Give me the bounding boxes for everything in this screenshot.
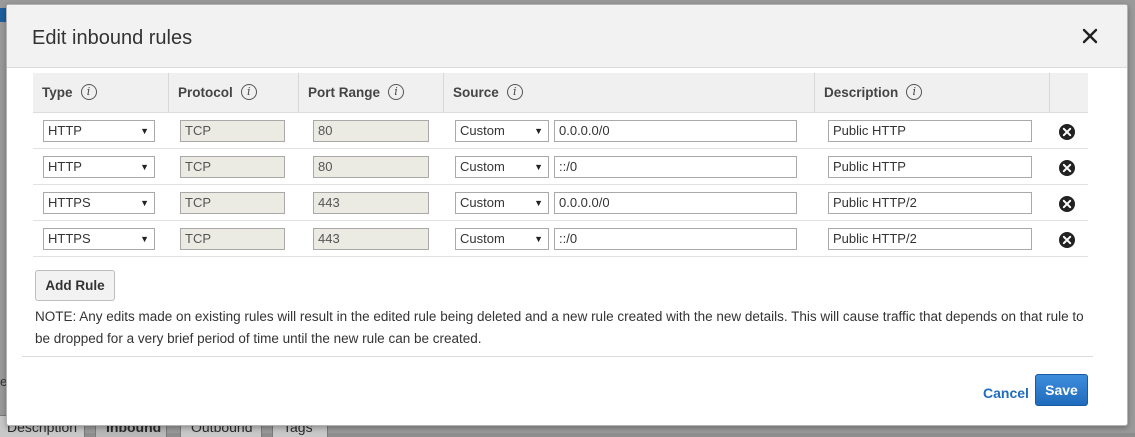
source-type-value: Custom xyxy=(460,159,505,174)
column-header-source: Source i xyxy=(443,73,814,113)
source-type-value: Custom xyxy=(460,123,505,138)
add-rule-button[interactable]: Add Rule xyxy=(35,270,115,301)
table-row: HTTPS ▼ TCP 443 Custom ▼ ::/0 Public HTTP/… xyxy=(33,221,1088,257)
source-type-select[interactable]: Custom ▼ xyxy=(455,228,549,250)
info-icon[interactable]: i xyxy=(240,84,257,101)
info-icon[interactable]: i xyxy=(906,84,923,101)
info-icon[interactable]: i xyxy=(80,84,97,101)
chevron-down-icon: ▼ xyxy=(534,126,543,136)
rules-table: Type i Protocol i Port Range i Source i Desc… xyxy=(33,73,1088,257)
chevron-down-icon: ▼ xyxy=(534,234,543,244)
source-type-select[interactable]: Custom ▼ xyxy=(455,192,549,214)
info-icon[interactable]: i xyxy=(506,84,523,101)
remove-circle-icon[interactable] xyxy=(1058,231,1076,249)
dialog-header: Edit inbound rules xyxy=(7,5,1127,68)
remove-circle-icon[interactable] xyxy=(1058,195,1076,213)
description-input[interactable]: Public HTTP/2 xyxy=(828,192,1032,214)
source-cidr-input[interactable]: ::/0 xyxy=(554,228,797,250)
description-input[interactable]: Public HTTP xyxy=(828,156,1032,178)
protocol-field: TCP xyxy=(180,120,285,142)
table-row: HTTPS ▼ TCP 443 Custom ▼ 0.0.0.0/0 Public … xyxy=(33,185,1088,221)
chevron-down-icon: ▼ xyxy=(534,162,543,172)
port-range-field: 80 xyxy=(313,156,429,178)
protocol-field: TCP xyxy=(180,192,285,214)
type-select[interactable]: HTTPS ▼ xyxy=(43,228,155,250)
port-range-field: 443 xyxy=(313,192,429,214)
type-select-value: HTTPS xyxy=(48,231,91,246)
column-header-actions xyxy=(1049,73,1088,113)
port-range-field: 80 xyxy=(313,120,429,142)
edit-inbound-rules-dialog: Edit inbound rules Type i Protocol i Port … xyxy=(6,4,1128,426)
table-row: HTTP ▼ TCP 80 Custom ▼ ::/0 Public HTTP xyxy=(33,149,1088,185)
column-header-label: Type xyxy=(42,85,73,100)
dialog-title: Edit inbound rules xyxy=(32,27,193,49)
type-select-value: HTTP xyxy=(48,123,82,138)
save-button[interactable]: Save xyxy=(1035,374,1088,406)
column-header-label: Port Range xyxy=(308,85,381,100)
source-type-value: Custom xyxy=(460,195,505,210)
info-icon[interactable]: i xyxy=(388,84,405,101)
chevron-down-icon: ▼ xyxy=(140,198,149,208)
type-select[interactable]: HTTP ▼ xyxy=(43,120,155,142)
remove-circle-icon[interactable] xyxy=(1058,159,1076,177)
column-header-protocol: Protocol i xyxy=(168,73,298,113)
port-range-field: 443 xyxy=(313,228,429,250)
type-select[interactable]: HTTP ▼ xyxy=(43,156,155,178)
chevron-down-icon: ▼ xyxy=(140,162,149,172)
source-type-select[interactable]: Custom ▼ xyxy=(455,120,549,142)
close-icon[interactable] xyxy=(1079,25,1101,47)
table-header: Type i Protocol i Port Range i Source i Desc… xyxy=(33,73,1088,113)
column-header-description: Description i xyxy=(814,73,1049,113)
description-input[interactable]: Public HTTP xyxy=(828,120,1032,142)
type-select[interactable]: HTTPS ▼ xyxy=(43,192,155,214)
table-row: HTTP ▼ TCP 80 Custom ▼ 0.0.0.0/0 Public HT… xyxy=(33,113,1088,149)
source-type-select[interactable]: Custom ▼ xyxy=(455,156,549,178)
chevron-down-icon: ▼ xyxy=(140,234,149,244)
description-input[interactable]: Public HTTP/2 xyxy=(828,228,1032,250)
protocol-field: TCP xyxy=(180,228,285,250)
remove-circle-icon[interactable] xyxy=(1058,123,1076,141)
footer-divider xyxy=(22,356,1093,357)
edit-warning-note: NOTE: Any edits made on existing rules w… xyxy=(35,309,1084,346)
source-cidr-input[interactable]: 0.0.0.0/0 xyxy=(554,192,797,214)
column-header-label: Protocol xyxy=(178,85,233,100)
column-header-label: Source xyxy=(453,85,499,100)
protocol-field: TCP xyxy=(180,156,285,178)
chevron-down-icon: ▼ xyxy=(140,126,149,136)
type-select-value: HTTPS xyxy=(48,195,91,210)
chevron-down-icon: ▼ xyxy=(534,198,543,208)
column-header-port-range: Port Range i xyxy=(298,73,443,113)
column-header-type: Type i xyxy=(33,73,168,113)
column-header-label: Description xyxy=(824,85,899,100)
cancel-button[interactable]: Cancel xyxy=(983,385,1029,401)
source-type-value: Custom xyxy=(460,231,505,246)
source-cidr-input[interactable]: ::/0 xyxy=(554,156,797,178)
source-cidr-input[interactable]: 0.0.0.0/0 xyxy=(554,120,797,142)
type-select-value: HTTP xyxy=(48,159,82,174)
